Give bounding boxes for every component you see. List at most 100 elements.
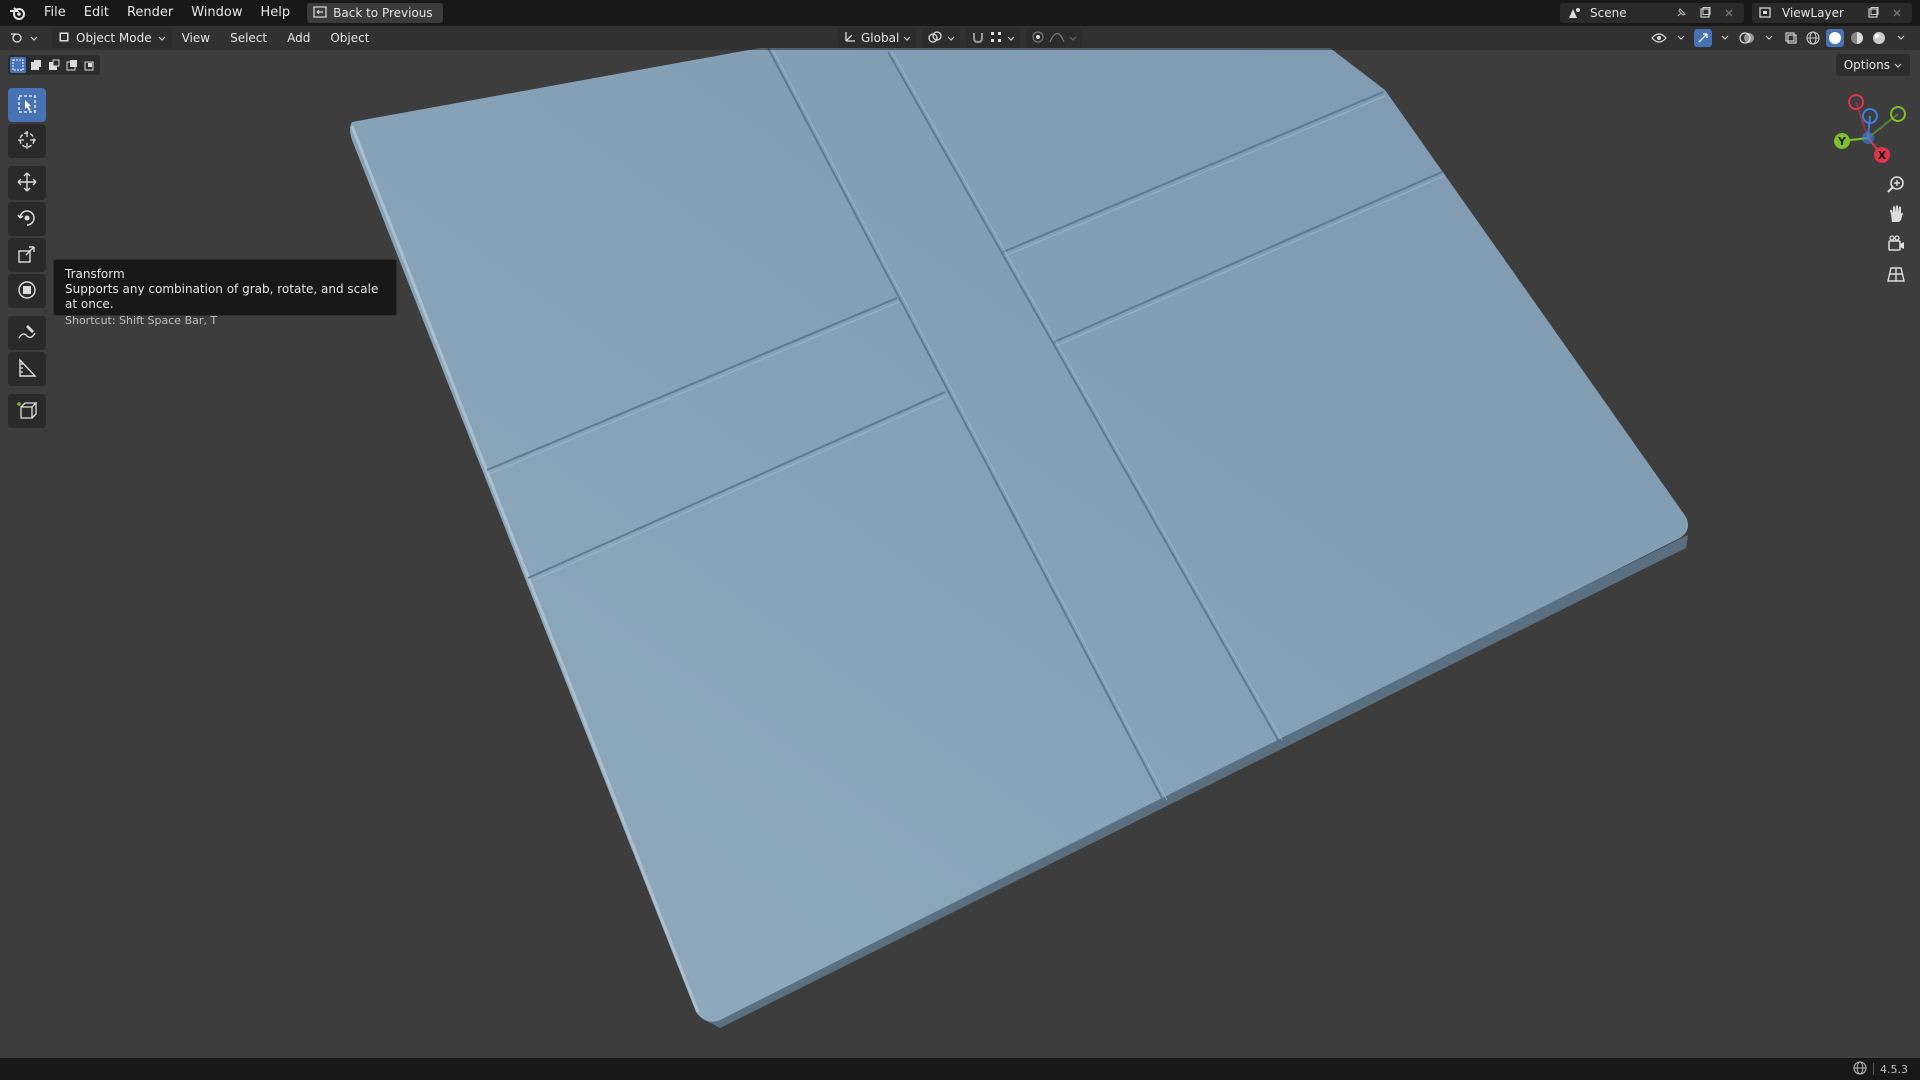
perspective-grid-icon[interactable] xyxy=(1882,260,1910,288)
select-subtract-icon[interactable] xyxy=(46,57,62,73)
menu-render[interactable]: Render xyxy=(118,2,182,24)
select-intersect-icon[interactable] xyxy=(82,57,98,73)
chevron-down-icon[interactable] xyxy=(1716,29,1734,47)
scene-selector[interactable]: Scene xyxy=(1560,3,1744,23)
falloff-curve-icon[interactable] xyxy=(1049,31,1065,46)
viewport-display-controls xyxy=(1650,26,1910,50)
viewport-nav-buttons xyxy=(1882,170,1910,290)
pivot-icon xyxy=(927,30,943,47)
status-separator xyxy=(1873,1063,1874,1075)
gizmo-toggle-icon[interactable] xyxy=(1694,29,1712,47)
rotate-tool[interactable] xyxy=(8,202,46,236)
chevron-down-icon xyxy=(1894,58,1902,72)
chevron-down-icon xyxy=(947,31,955,45)
object-mode-label: Object Mode xyxy=(76,31,152,45)
back-to-previous-button[interactable]: Back to Previous xyxy=(307,3,443,23)
zoom-icon[interactable] xyxy=(1882,170,1910,198)
select-extend-icon[interactable] xyxy=(28,57,44,73)
back-screen-icon xyxy=(313,5,327,21)
3d-viewport-icon xyxy=(10,30,28,47)
select-box-tool[interactable] xyxy=(8,88,46,122)
delete-scene-icon[interactable] xyxy=(1720,4,1738,22)
gizmo-y-label: Y xyxy=(1837,135,1847,148)
top-menu-bar: File Edit Render Window Help Back to Pre… xyxy=(0,0,1920,26)
tooltip: Transform Supports any combination of gr… xyxy=(53,259,397,327)
pan-hand-icon[interactable] xyxy=(1882,200,1910,228)
tooltip-title: Transform xyxy=(65,267,125,281)
blender-logo-icon[interactable] xyxy=(7,2,29,24)
annotate-pencil-icon xyxy=(16,321,38,346)
snap-increment-icon[interactable] xyxy=(989,30,1003,47)
orientation-dropdown[interactable]: Global xyxy=(838,28,917,48)
delete-viewlayer-icon[interactable] xyxy=(1888,4,1906,22)
menu-window[interactable]: Window xyxy=(182,2,251,24)
network-globe-icon[interactable] xyxy=(1853,1060,1867,1078)
menu-help[interactable]: Help xyxy=(252,2,300,24)
topbar-right: Scene ViewLayer xyxy=(1560,0,1920,26)
select-invert-icon[interactable] xyxy=(64,57,80,73)
chevron-down-icon[interactable] xyxy=(1760,29,1778,47)
new-scene-icon[interactable] xyxy=(1696,4,1714,22)
options-label: Options xyxy=(1843,58,1890,72)
xray-toggle-icon[interactable] xyxy=(1782,29,1800,47)
viewlayer-name[interactable]: ViewLayer xyxy=(1782,6,1858,20)
measure-ruler-icon xyxy=(16,357,38,382)
measure-tool[interactable] xyxy=(8,352,46,386)
camera-view-icon[interactable] xyxy=(1882,230,1910,258)
visibility-eye-icon[interactable] xyxy=(1650,29,1668,47)
proportional-editing[interactable] xyxy=(1026,28,1083,48)
wireframe-shading-icon[interactable] xyxy=(1804,29,1822,47)
menu-select[interactable]: Select xyxy=(220,28,277,48)
menu-file[interactable]: File xyxy=(35,2,75,24)
viewlayer-selector[interactable]: ViewLayer xyxy=(1752,3,1912,23)
overlays-icon[interactable] xyxy=(1738,29,1756,47)
menu-view[interactable]: View xyxy=(172,28,220,48)
tooltip-description: Supports any combination of grab, rotate… xyxy=(65,282,379,311)
editor-type-selector[interactable] xyxy=(10,28,42,48)
annotate-tool[interactable] xyxy=(8,316,46,350)
material-shading-icon[interactable] xyxy=(1848,29,1866,47)
select-box-icon xyxy=(16,93,38,118)
pivot-point-dropdown[interactable] xyxy=(922,28,961,48)
transform-icon xyxy=(16,279,38,304)
menu-add[interactable]: Add xyxy=(277,28,320,48)
menu-object[interactable]: Object xyxy=(320,28,379,48)
tooltip-shortcut: Shortcut: Shift Space Bar, T xyxy=(65,314,218,327)
snap-controls[interactable] xyxy=(966,28,1021,48)
scale-icon xyxy=(16,243,38,268)
options-dropdown[interactable]: Options xyxy=(1835,54,1910,76)
proportional-edit-icon[interactable] xyxy=(1031,30,1045,47)
scene-name[interactable]: Scene xyxy=(1590,6,1666,20)
rendered-shading-icon[interactable] xyxy=(1870,29,1888,47)
selection-mode-buttons xyxy=(8,55,100,75)
select-new-icon[interactable] xyxy=(10,57,26,73)
chevron-down-icon xyxy=(1007,31,1015,45)
pin-icon[interactable] xyxy=(1672,4,1690,22)
navigation-gizmo[interactable]: Y X xyxy=(1820,86,1910,176)
chevron-down-icon[interactable] xyxy=(1892,29,1910,47)
new-viewlayer-icon[interactable] xyxy=(1864,4,1882,22)
move-tool[interactable] xyxy=(8,166,46,200)
transform-settings: Global xyxy=(838,26,1083,50)
chevron-down-icon xyxy=(903,31,911,45)
orientation-label: Global xyxy=(861,31,900,45)
object-mode-dropdown[interactable]: Object Mode xyxy=(52,28,172,48)
scale-tool[interactable] xyxy=(8,238,46,272)
chevron-down-icon[interactable] xyxy=(1672,29,1690,47)
snap-magnet-icon[interactable] xyxy=(971,30,985,47)
viewport-scene[interactable] xyxy=(0,0,1920,1080)
tool-shelf xyxy=(8,88,46,430)
object-mode-icon xyxy=(58,31,70,46)
add-cube-tool[interactable] xyxy=(8,394,46,428)
viewlayer-icon xyxy=(1758,4,1776,22)
menu-edit[interactable]: Edit xyxy=(75,2,118,24)
move-arrows-icon xyxy=(16,171,38,196)
cursor-tool[interactable] xyxy=(8,124,46,158)
solid-shading-icon[interactable] xyxy=(1826,29,1844,47)
gizmo-x-label: X xyxy=(1878,149,1887,162)
chevron-down-icon xyxy=(1069,31,1077,45)
transform-tool[interactable] xyxy=(8,274,46,308)
gizmo-neg-z[interactable] xyxy=(1862,132,1874,144)
chevron-down-icon xyxy=(30,31,38,45)
rotate-icon xyxy=(16,207,38,232)
